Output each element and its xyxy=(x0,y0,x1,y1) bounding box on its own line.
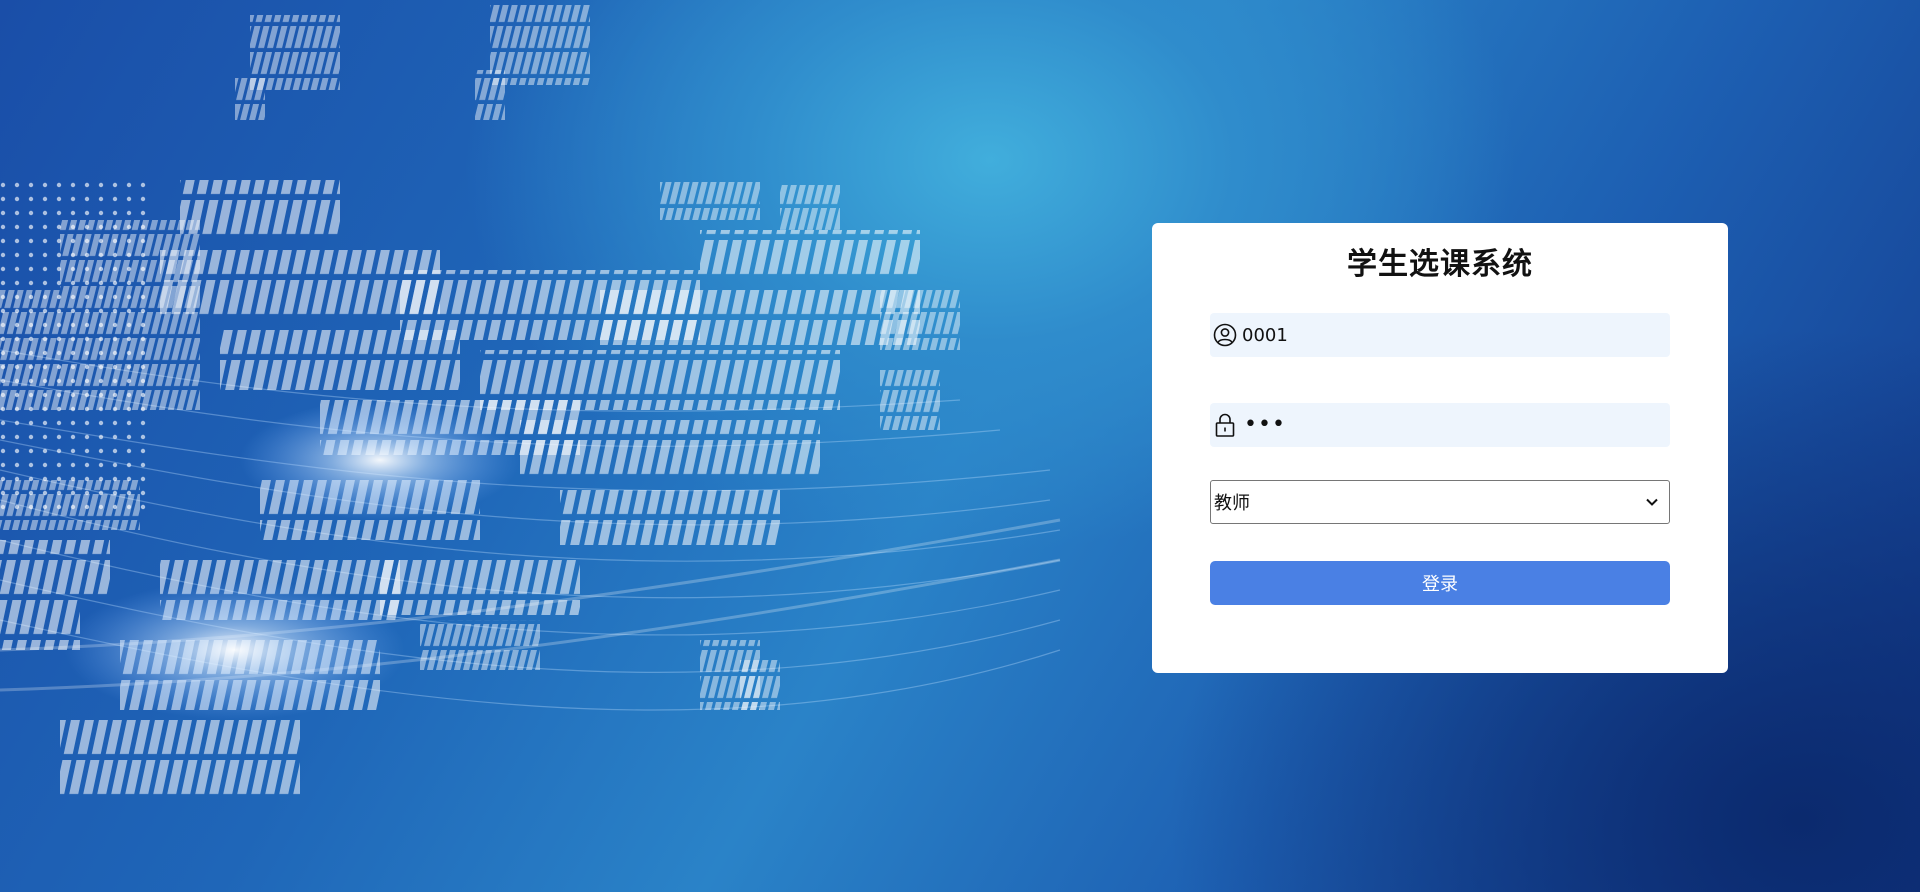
role-selected-value: 教师 xyxy=(1214,493,1250,514)
chevron-down-icon xyxy=(1645,494,1659,513)
lock-icon xyxy=(1212,412,1238,438)
login-button[interactable]: 登录 xyxy=(1210,561,1670,605)
username-field[interactable]: 0001 xyxy=(1210,313,1670,357)
user-circle-icon xyxy=(1212,322,1238,348)
login-page: 学生选课系统 0001 ••• 教师 登录 xyxy=(0,0,1920,892)
password-field[interactable]: ••• xyxy=(1210,403,1670,447)
role-select[interactable]: 教师 xyxy=(1210,480,1670,524)
username-value[interactable]: 0001 xyxy=(1242,325,1288,346)
login-card: 学生选课系统 0001 ••• 教师 登录 xyxy=(1152,223,1728,673)
password-value[interactable]: ••• xyxy=(1244,414,1286,436)
page-title: 学生选课系统 xyxy=(1347,247,1533,282)
